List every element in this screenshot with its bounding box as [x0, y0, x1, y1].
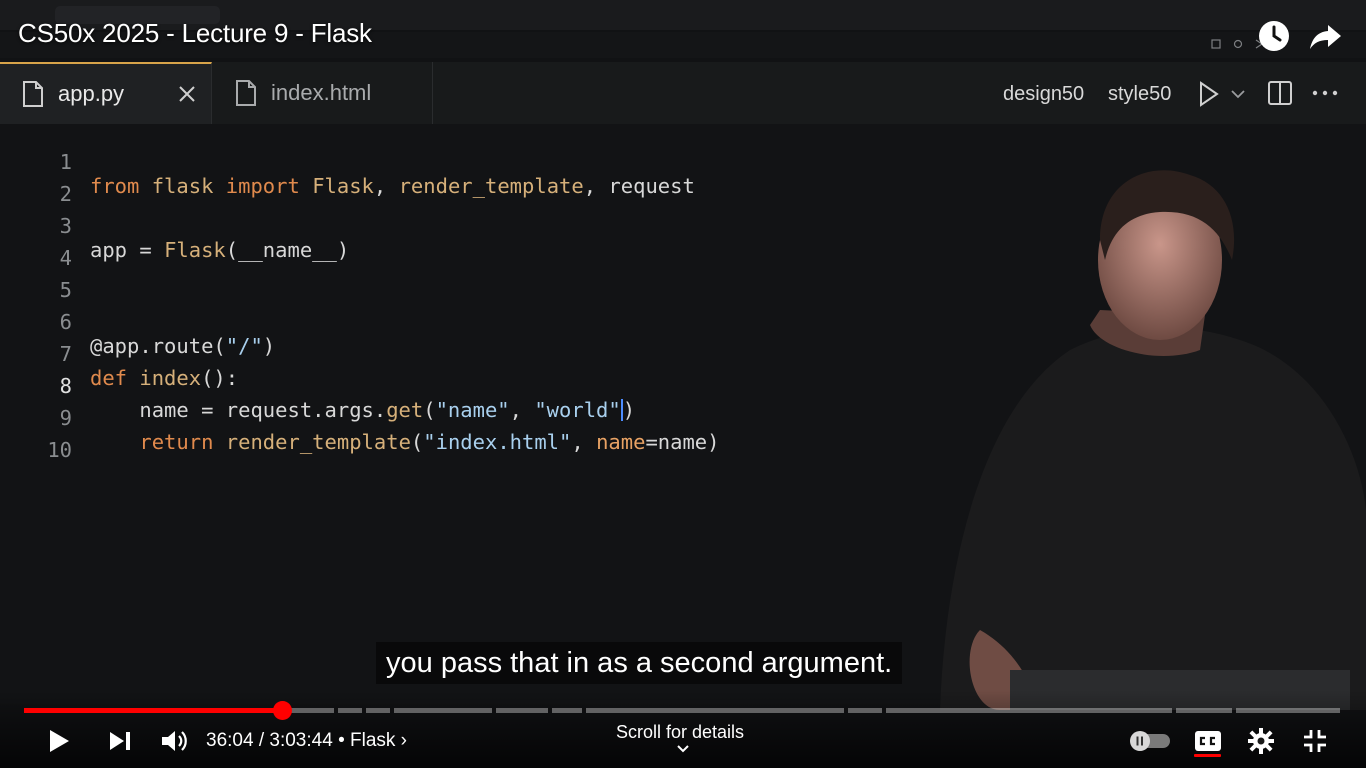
chapter-segment — [394, 708, 492, 713]
chapter-segment — [1176, 708, 1232, 713]
subtitles-icon[interactable] — [1194, 730, 1222, 752]
progress-scrubber[interactable] — [273, 701, 292, 720]
chapter-segment — [1236, 708, 1340, 713]
file-icon — [23, 81, 43, 107]
autoplay-toggle[interactable] — [1128, 730, 1172, 752]
design50-button[interactable]: design50 — [1003, 83, 1084, 106]
split-editor-icon[interactable] — [1267, 80, 1293, 106]
chapter-segment — [848, 708, 882, 713]
subtitles-active-indicator — [1194, 754, 1221, 757]
chapter-segment — [586, 708, 844, 713]
chevron-right-icon[interactable]: › — [401, 730, 407, 751]
run-icon[interactable] — [1198, 80, 1220, 108]
watch-later-icon[interactable] — [1256, 18, 1292, 54]
presenter-video-feed — [940, 170, 1366, 710]
share-icon[interactable] — [1308, 18, 1344, 54]
chapter-segment — [366, 708, 390, 713]
style50-button[interactable]: style50 — [1108, 83, 1171, 106]
file-icon — [236, 80, 256, 106]
tab-index-html[interactable]: index.html — [213, 62, 433, 124]
play-icon[interactable] — [46, 728, 72, 754]
chapter-segment — [496, 708, 548, 713]
close-icon[interactable] — [177, 84, 197, 104]
time-text: 36:04 / 3:03:44 — [206, 730, 333, 751]
tab-label: app.py — [58, 81, 125, 106]
chapter-segment — [338, 708, 362, 713]
chevron-down-icon[interactable] — [1230, 88, 1246, 100]
chapter-segment — [552, 708, 582, 713]
more-actions-icon[interactable] — [1312, 88, 1338, 98]
video-title[interactable]: CS50x 2025 - Lecture 9 - Flask — [18, 18, 372, 49]
tab-label: index.html — [271, 80, 372, 105]
tab-app-py[interactable]: app.py — [0, 62, 212, 124]
next-icon[interactable] — [108, 730, 132, 752]
volume-icon[interactable] — [160, 728, 188, 754]
time-display: 36:04 / 3:03:44 • Flask › — [206, 730, 407, 752]
progress-bar[interactable] — [24, 701, 1342, 720]
chapter-segment — [886, 708, 1172, 713]
exit-fullscreen-icon[interactable] — [1302, 728, 1328, 754]
scroll-for-details[interactable]: Scroll for details — [616, 722, 744, 743]
line-number: 10 — [47, 438, 72, 462]
progress-played — [24, 708, 282, 713]
chapter-title[interactable]: • Flask — [338, 730, 395, 751]
closed-caption: you pass that in as a second argument. — [376, 642, 903, 684]
chevron-down-icon[interactable] — [676, 744, 690, 754]
settings-gear-icon[interactable] — [1248, 728, 1274, 754]
